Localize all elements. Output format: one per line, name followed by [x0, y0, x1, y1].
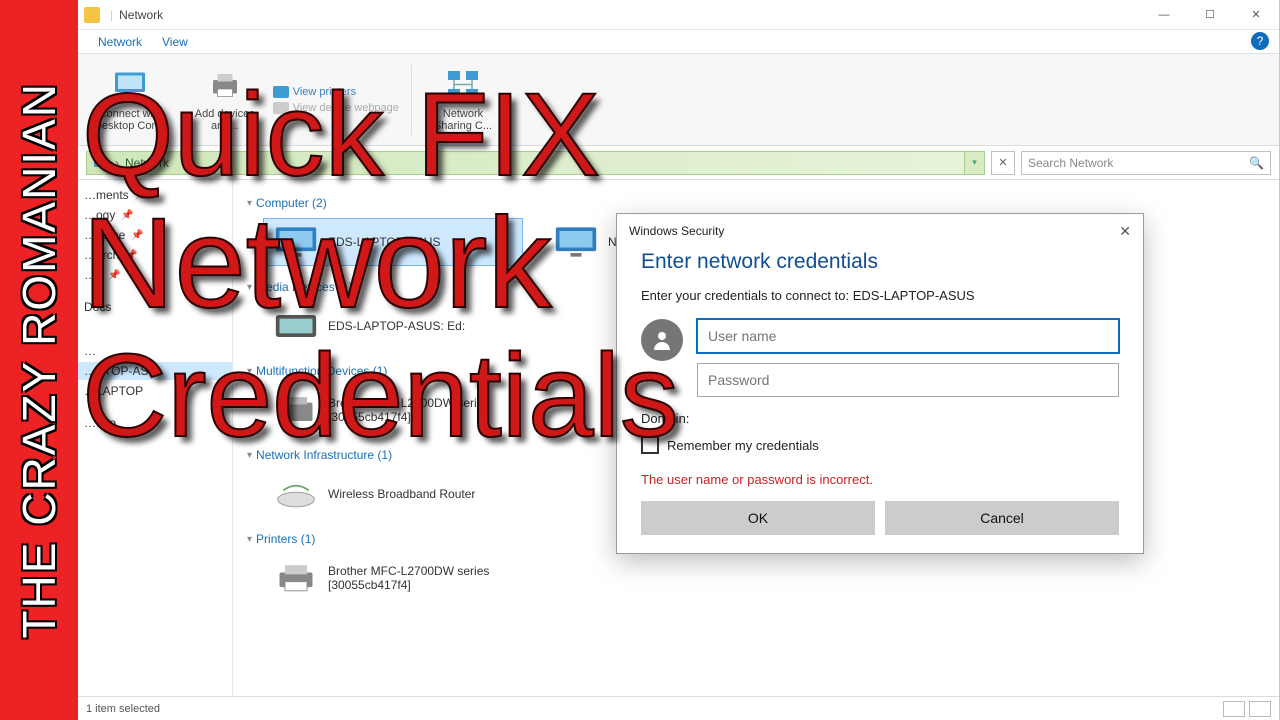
- nav-pane[interactable]: …ments📌 …ogy📌 …sume📌 …arch📌 …s📌 Docs … ……: [78, 180, 233, 696]
- ribbon-network-center[interactable]: Network Sharing C...: [424, 64, 502, 136]
- nav-item[interactable]: …ments📌: [78, 186, 232, 204]
- help-button[interactable]: ?: [1251, 32, 1269, 50]
- nav-item[interactable]: …arch📌: [78, 246, 232, 264]
- domain-label: Domain:: [641, 411, 1119, 426]
- view-large-button[interactable]: [1249, 701, 1271, 717]
- windows-security-dialog: Windows Security ✕ Enter network credent…: [616, 213, 1144, 554]
- nav-item[interactable]: …oup: [78, 414, 232, 432]
- maximize-button[interactable]: ☐: [1187, 0, 1233, 30]
- dialog-error-text: The user name or password is incorrect.: [641, 472, 1119, 487]
- address-bar[interactable]: › Network ▾: [86, 151, 985, 175]
- network-center-icon: [445, 68, 481, 104]
- address-dropdown[interactable]: ▾: [964, 152, 984, 174]
- nav-item[interactable]: …ogy📌: [78, 206, 232, 224]
- network-icon: [84, 7, 100, 23]
- network-location-icon: [93, 155, 109, 171]
- status-bar: 1 item selected: [78, 696, 1279, 720]
- router-tile[interactable]: Wireless Broadband Router: [263, 470, 523, 518]
- ribbon-view-device-webpage[interactable]: View device webpage: [273, 102, 399, 114]
- minimize-button[interactable]: —: [1141, 0, 1187, 30]
- dialog-instruction: Enter your credentials to connect to: ED…: [641, 288, 1119, 303]
- printer-icon: [274, 561, 318, 595]
- nav-item[interactable]: Docs: [78, 298, 232, 316]
- printer-icon: [207, 68, 243, 104]
- breadcrumb[interactable]: Network: [125, 156, 169, 170]
- printer-tile[interactable]: Brother MFC-L2700DW series [30055cb417f4…: [263, 554, 523, 602]
- window-title: Network: [119, 8, 163, 22]
- nav-item[interactable]: …sume📌: [78, 226, 232, 244]
- mfc-icon: [274, 393, 318, 427]
- dialog-title: Windows Security: [629, 224, 724, 238]
- printers-icon: [273, 86, 289, 98]
- webpage-icon: [273, 102, 289, 114]
- ribbon-view-printers[interactable]: View printers: [273, 86, 399, 98]
- nav-item[interactable]: …LAPTOP: [78, 382, 232, 400]
- router-icon: [274, 477, 318, 511]
- username-input[interactable]: [697, 319, 1119, 353]
- dialog-heading: Enter network credentials: [641, 250, 1119, 274]
- computer-tile[interactable]: EDS-LAPTOP-ASUS: [263, 218, 523, 266]
- ok-button[interactable]: OK: [641, 501, 875, 535]
- monitor-icon: [554, 225, 598, 259]
- monitor-icon: [274, 225, 318, 259]
- nav-item[interactable]: …PTOP-AS: [78, 362, 232, 380]
- status-text: 1 item selected: [86, 703, 160, 715]
- multifunction-tile[interactable]: Brother MFC-L2700DW series [30055cb417f4…: [263, 386, 523, 434]
- channel-banner: THE CRAZY ROMANIAN: [0, 0, 78, 720]
- tab-view[interactable]: View: [162, 35, 188, 49]
- search-input[interactable]: Search Network 🔍: [1021, 151, 1271, 175]
- dialog-close-button[interactable]: ✕: [1119, 223, 1131, 240]
- cancel-button[interactable]: Cancel: [885, 501, 1119, 535]
- ribbon-connect-remote[interactable]: Connect with Desktop Con...: [84, 64, 177, 136]
- remember-credentials-checkbox[interactable]: Remember my credentials: [641, 436, 1119, 454]
- media-icon: [274, 309, 318, 343]
- ribbon: Connect with Desktop Con... Add devices …: [78, 54, 1279, 146]
- monitor-icon: [112, 68, 148, 104]
- media-device-tile[interactable]: EDS-LAPTOP-ASUS: Ed:: [263, 302, 523, 350]
- checkbox-icon: [641, 436, 659, 454]
- nav-item[interactable]: …: [78, 342, 232, 360]
- close-button[interactable]: ✕: [1233, 0, 1279, 30]
- address-bar-row: › Network ▾ ✕ Search Network 🔍: [78, 146, 1279, 180]
- nav-item[interactable]: …s📌: [78, 266, 232, 284]
- view-details-button[interactable]: [1223, 701, 1245, 717]
- channel-banner-text: THE CRAZY ROMANIAN: [12, 82, 66, 639]
- group-computer[interactable]: Computer (2): [247, 196, 1265, 210]
- search-icon: 🔍: [1249, 156, 1264, 170]
- ribbon-add-devices[interactable]: Add devices and...: [185, 64, 265, 136]
- menubar: Network View ?: [78, 30, 1279, 54]
- titlebar: | Network — ☐ ✕: [78, 0, 1279, 30]
- password-input[interactable]: [697, 363, 1119, 397]
- user-avatar-icon: [641, 319, 683, 361]
- tab-network[interactable]: Network: [98, 35, 142, 49]
- address-clear-button[interactable]: ✕: [991, 151, 1015, 175]
